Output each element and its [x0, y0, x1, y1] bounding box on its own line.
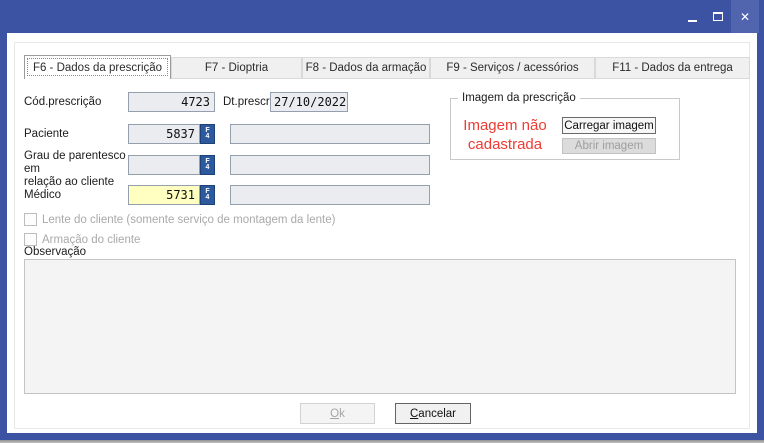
paciente-lookup-button[interactable]: F 4 — [200, 124, 215, 144]
paciente-name-field — [230, 124, 430, 144]
tab-dados-da-armacao[interactable]: F8 - Dados da armação — [302, 57, 430, 79]
armacao-do-cliente-checkbox — [24, 233, 37, 246]
parentesco-code-field[interactable] — [128, 155, 200, 175]
paciente-label: Paciente — [24, 128, 69, 141]
observacao-label: Observação — [24, 246, 86, 259]
parentesco-lookup-button[interactable]: F 4 — [200, 155, 215, 175]
parentesco-label: Grau de parentesco em relação ao cliente — [24, 150, 136, 189]
dt-prescricao-field[interactable]: 27/10/2022 — [270, 92, 348, 112]
observacao-textarea[interactable] — [24, 259, 736, 394]
armacao-do-cliente-label: Armação do cliente — [42, 234, 140, 246]
maximize-button[interactable] — [705, 0, 731, 33]
lente-do-cliente-checkbox — [24, 213, 37, 226]
imagem-prescricao-title: Imagem da prescrição — [458, 92, 580, 104]
imagem-status-text: Imagem não cadastrada — [452, 116, 558, 154]
minimize-button[interactable] — [679, 0, 705, 33]
medico-lookup-button[interactable]: F 4 — [200, 185, 215, 205]
ok-label-rest: k — [339, 408, 345, 420]
close-icon: ✕ — [740, 11, 750, 23]
cod-prescricao-label: Cód.prescrição — [24, 96, 101, 109]
cancel-label-rest: ancelar — [418, 408, 456, 420]
carregar-imagem-button[interactable]: Carregar imagem — [562, 117, 656, 134]
lente-do-cliente-label: Lente do cliente (somente serviço de mon… — [42, 214, 335, 226]
parentesco-name-field — [230, 155, 430, 175]
close-button[interactable]: ✕ — [731, 0, 759, 33]
cancel-button[interactable]: Cancelar — [395, 403, 471, 424]
f4-key-icon: 4 — [206, 165, 210, 171]
ok-button: Ok — [300, 403, 375, 424]
maximize-icon — [713, 12, 723, 21]
prescription-dialog: ✕ F6 - Dados da prescrição F7 - Dioptria… — [0, 0, 764, 443]
f4-key-icon: 4 — [206, 195, 210, 201]
minimize-icon — [688, 20, 697, 22]
tab-servicos-acessorios[interactable]: F9 - Serviços / acessórios — [430, 57, 595, 79]
f4-key-icon: 4 — [206, 134, 210, 140]
abrir-imagem-button: Abrir imagem — [562, 138, 656, 154]
medico-name-field — [230, 185, 430, 205]
tab-dados-da-prescricao[interactable]: F6 - Dados da prescrição — [24, 55, 171, 79]
medico-label: Médico — [24, 189, 61, 202]
cod-prescricao-field: 4723 — [128, 92, 215, 112]
paciente-code-field[interactable]: 5837 — [128, 124, 200, 144]
medico-code-field[interactable]: 5731 — [128, 185, 200, 205]
tab-dioptria[interactable]: F7 - Dioptria — [171, 57, 302, 79]
ok-mnemonic: O — [330, 408, 339, 420]
titlebar: ✕ — [0, 0, 764, 33]
tab-dados-da-entrega[interactable]: F11 - Dados da entrega — [595, 57, 750, 79]
